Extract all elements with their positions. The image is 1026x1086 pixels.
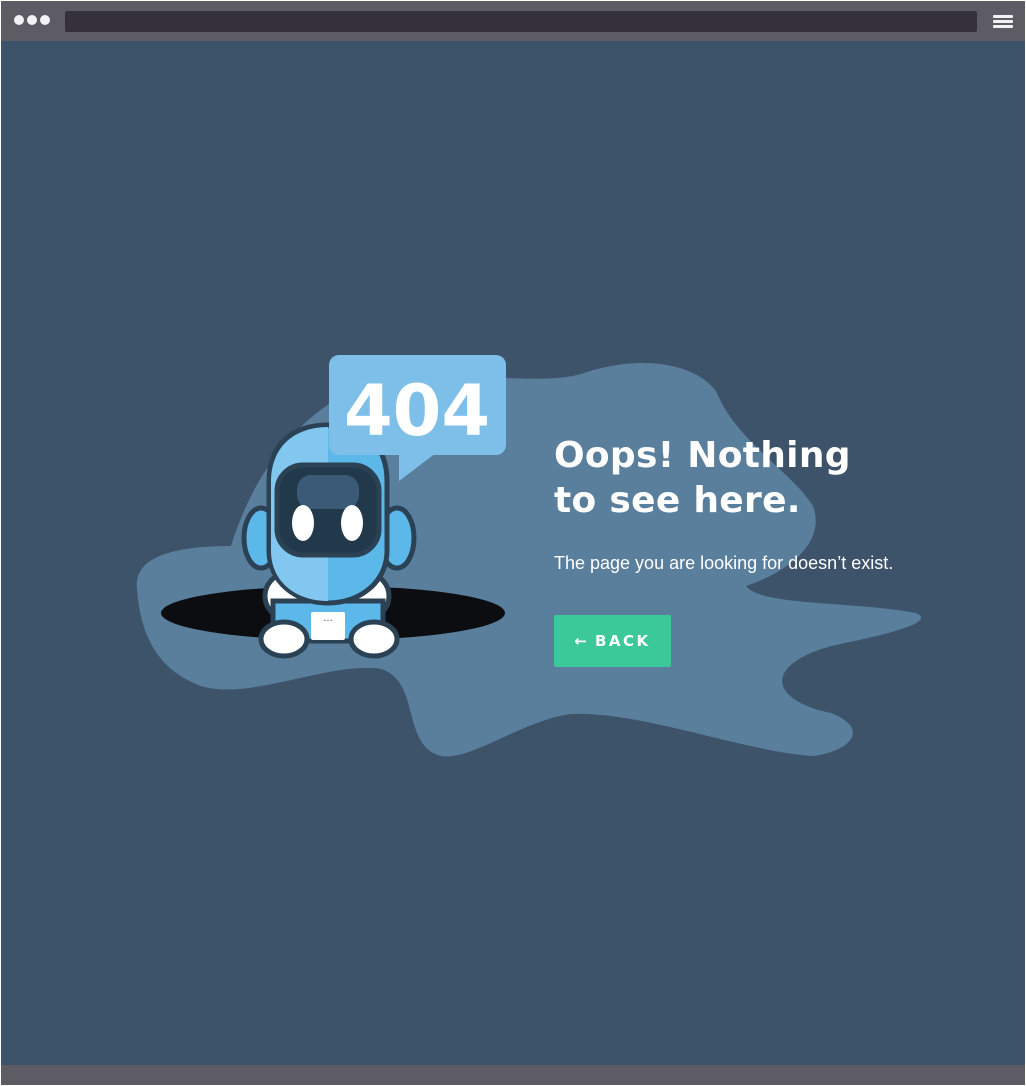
error-content: Oops! Nothing to see here. The page you … <box>554 433 974 667</box>
address-bar[interactable] <box>65 11 977 32</box>
error-code: 404 <box>344 370 490 452</box>
window-dot[interactable] <box>40 15 50 25</box>
browser-toolbar <box>1 1 1025 41</box>
arrow-left-icon: ← <box>574 632 587 650</box>
page-viewport: ··· 404 Oops! Nothing to see here. The p… <box>1 41 1025 1065</box>
back-button-label: BACK <box>594 632 651 650</box>
window-dot[interactable] <box>27 15 37 25</box>
browser-window: ··· 404 Oops! Nothing to see here. The p… <box>1 1 1025 1085</box>
window-dots-icon[interactable] <box>14 15 50 25</box>
back-button[interactable]: ← BACK <box>554 615 671 667</box>
window-dot[interactable] <box>14 15 24 25</box>
browser-bottom-bar <box>1 1065 1025 1085</box>
svg-text:···: ··· <box>323 616 333 627</box>
error-message: The page you are looking for doesn’t exi… <box>554 553 894 573</box>
page-title: Oops! Nothing to see here. <box>554 435 851 521</box>
hamburger-menu-icon[interactable] <box>993 15 1013 28</box>
